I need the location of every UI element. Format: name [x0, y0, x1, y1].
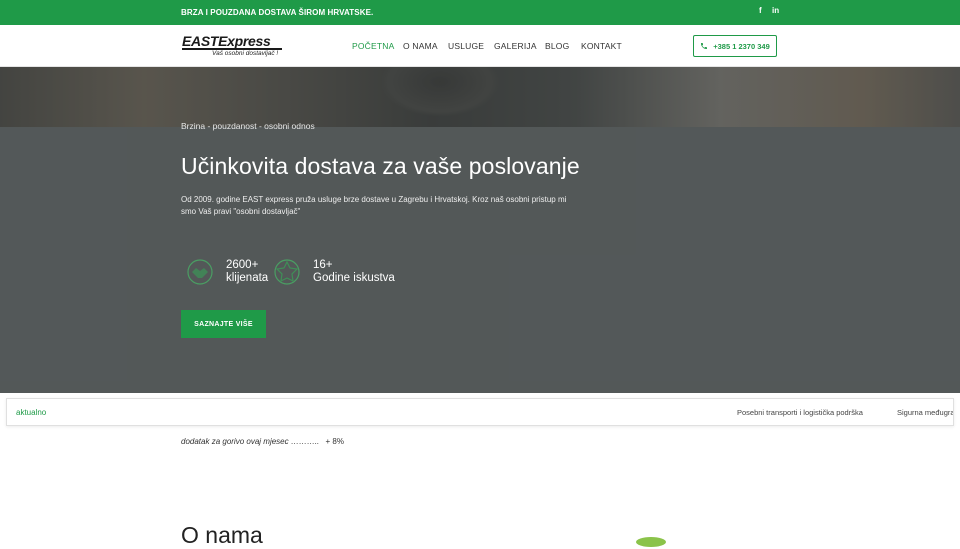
stat-experience-value: 16+: [313, 259, 333, 271]
tagline: BRZA I POUZDANA DOSTAVA ŠIROM HRVATSKE.: [181, 8, 374, 17]
logo[interactable]: EASTExpress Vaš osobni dostavljač !: [182, 33, 292, 59]
decorative-circle: [636, 537, 666, 547]
hero-title: Učinkovita dostava za vaše poslovanje: [181, 153, 580, 179]
stat-clients: 2600+ klijenata: [186, 256, 276, 290]
stat-clients-label: klijenata: [226, 272, 269, 284]
about-title: O nama: [181, 522, 263, 548]
fuel-surcharge-value: + 8%: [325, 437, 344, 446]
news-ticker: aktualno Posebni transporti i logistička…: [6, 398, 954, 426]
hero-kicker: Brzina - pouzdanost - osobni odnos: [181, 121, 315, 131]
facebook-icon[interactable]: f: [759, 6, 762, 15]
fuel-surcharge-label: dodatak za gorivo ovaj mjesec ………..: [181, 437, 320, 446]
stat-experience-label: Godine iskustva: [313, 272, 395, 284]
ticker-item[interactable]: Sigurna međugra: [897, 408, 953, 417]
ticker-item[interactable]: Posebni transporti i logistička podrška: [737, 408, 863, 417]
phone-button[interactable]: +385 1 2370 349: [693, 35, 777, 57]
hero-description: Od 2009. godine EAST express pruža uslug…: [181, 195, 567, 216]
linkedin-icon[interactable]: in: [772, 6, 779, 15]
logo-slogan: Vaš osobni dostavljač !: [212, 50, 279, 57]
nav-item-o-nama[interactable]: O NAMA: [403, 41, 438, 51]
nav-item-usluge[interactable]: USLUGE: [448, 41, 484, 51]
stat-experience: 16+ Godine iskustva: [273, 256, 395, 290]
nav-item-kontakt[interactable]: KONTAKT: [581, 41, 622, 51]
fuel-surcharge: dodatak za gorivo ovaj mjesec ……….. + 8%: [181, 437, 344, 446]
handshake-icon: [187, 259, 213, 285]
hero-section: Brzina - pouzdanost - osobni odnos Učink…: [0, 67, 960, 393]
nav-item-galerija[interactable]: GALERIJA: [494, 41, 537, 51]
nav-item-blog[interactable]: BLOG: [545, 41, 569, 51]
stat-clients-value: 2600+: [226, 259, 259, 271]
award-icon: [274, 259, 300, 285]
nav-item-pocetna[interactable]: POČETNA: [352, 41, 395, 51]
ticker-label: aktualno: [16, 408, 47, 417]
learn-more-button[interactable]: SAZNAJTE VIŠE: [181, 310, 266, 338]
logo-brand: EASTExpress: [182, 33, 271, 49]
phone-icon: [701, 43, 708, 49]
phone-number: +385 1 2370 349: [713, 41, 770, 51]
top-bar: BRZA I POUZDANA DOSTAVA ŠIROM HRVATSKE. …: [0, 0, 960, 25]
